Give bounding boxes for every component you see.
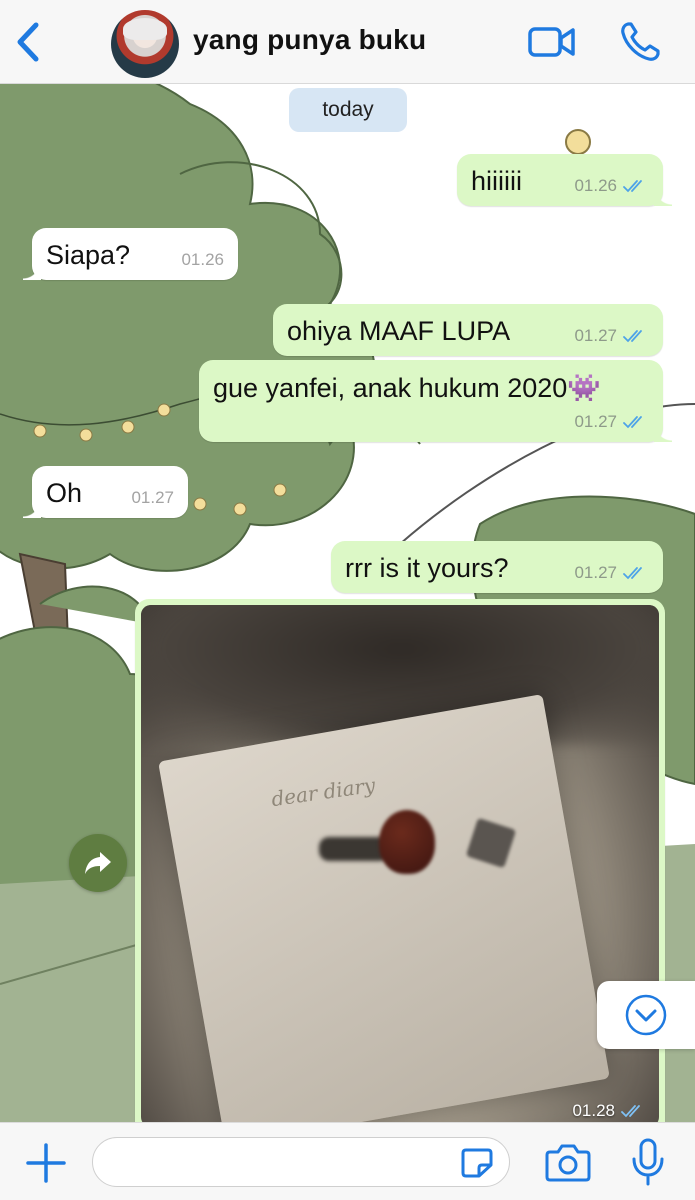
message-time: 01.27 xyxy=(574,412,617,431)
message-text: gue yanfei, anak hukum 2020👾 xyxy=(213,373,601,403)
message-time: 01.27 xyxy=(131,488,174,507)
chevron-left-icon[interactable] xyxy=(12,20,46,64)
message-input[interactable] xyxy=(92,1137,510,1187)
double-check-icon xyxy=(623,330,642,343)
message-meta: 01.27 xyxy=(574,563,649,583)
double-check-icon xyxy=(623,567,642,580)
message-bubble-outgoing[interactable]: rrr is it yours? 01.27 xyxy=(331,541,663,593)
chat-area[interactable]: today hiiiiii 01.26 Siapa? 01.26 ohiya M… xyxy=(0,84,695,1122)
contact-name[interactable]: yang punya buku xyxy=(193,24,426,56)
plus-icon[interactable] xyxy=(24,1141,68,1185)
microphone-icon[interactable] xyxy=(630,1137,666,1187)
sticker-icon[interactable] xyxy=(460,1147,494,1179)
phone-icon[interactable] xyxy=(618,20,662,64)
message-time: 01.26 xyxy=(574,176,617,195)
message-meta: 01.27 xyxy=(574,412,649,432)
message-text: hiiiiii xyxy=(471,166,523,196)
message-meta: 01.26 xyxy=(181,250,224,270)
message-text: Oh xyxy=(46,478,83,508)
message-meta: 01.27 xyxy=(131,488,174,508)
message-text: rrr is it yours? xyxy=(345,553,509,583)
forward-button[interactable] xyxy=(69,834,127,892)
message-input-bar xyxy=(0,1122,695,1200)
double-check-icon xyxy=(621,1105,640,1118)
message-time: 01.27 xyxy=(574,326,617,345)
message-bubble-incoming[interactable]: Siapa? 01.26 xyxy=(23,228,238,280)
message-bubble-outgoing[interactable]: gue yanfei, anak hukum 2020👾 01.27 xyxy=(199,360,672,442)
message-time: 01.27 xyxy=(574,563,617,582)
image-message-bubble[interactable]: dear diary 01.28 xyxy=(135,599,665,1122)
message-meta: 01.28 xyxy=(572,1101,647,1121)
message-time: 01.28 xyxy=(572,1101,615,1120)
message-time: 01.26 xyxy=(181,250,224,269)
message-meta: 01.27 xyxy=(574,326,649,346)
diary-photo[interactable]: dear diary 01.28 xyxy=(141,605,659,1122)
message-text: Siapa? xyxy=(46,240,131,270)
double-check-icon xyxy=(623,180,642,193)
video-camera-icon[interactable] xyxy=(527,22,577,62)
forward-arrow-icon xyxy=(85,852,111,874)
camera-icon[interactable] xyxy=(544,1143,592,1183)
heart-charm xyxy=(379,810,435,874)
message-bubble-outgoing[interactable]: ohiya MAAF LUPA 01.27 xyxy=(273,304,663,356)
message-bubble-outgoing[interactable]: hiiiiii 01.26 xyxy=(457,154,672,206)
message-text: ohiya MAAF LUPA xyxy=(287,316,511,346)
scroll-to-bottom-button[interactable] xyxy=(597,981,695,1049)
double-check-icon xyxy=(623,416,642,429)
message-bubble-incoming[interactable]: Oh 01.27 xyxy=(23,466,188,518)
chevron-down-circle-icon xyxy=(625,994,667,1036)
chat-header: yang punya buku xyxy=(0,0,695,84)
avatar[interactable] xyxy=(111,10,179,78)
diary-cover xyxy=(158,694,610,1122)
message-meta: 01.26 xyxy=(574,176,649,196)
date-chip: today xyxy=(289,88,407,132)
